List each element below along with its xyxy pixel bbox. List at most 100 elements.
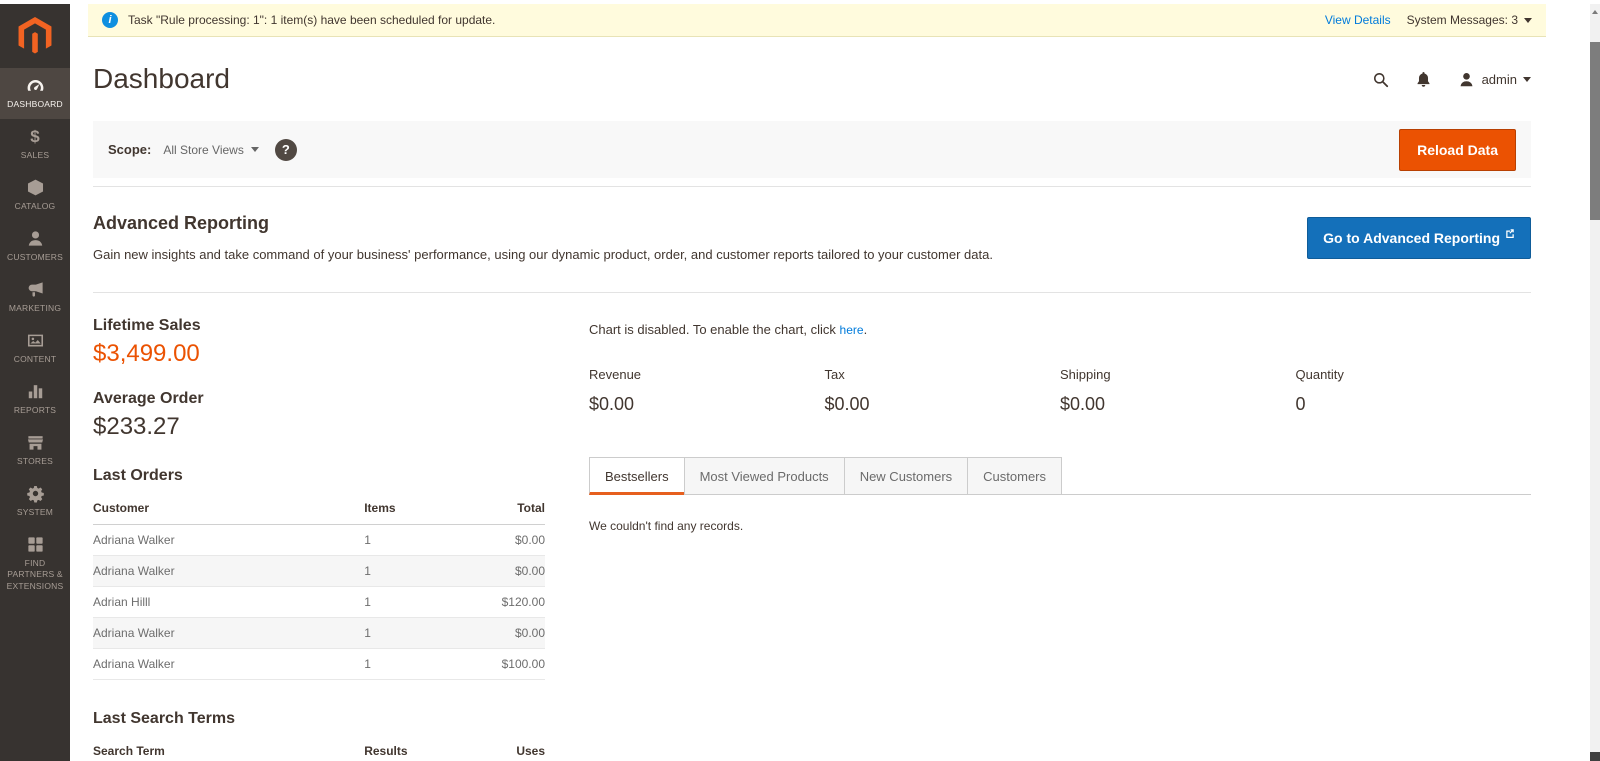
dashboard-right-column: Chart is disabled. To enable the chart, … [589, 317, 1531, 761]
metric-shipping: Shipping $0.00 [1060, 367, 1296, 415]
magento-logo[interactable] [0, 4, 70, 68]
sidebar-item-label: CONTENT [2, 354, 68, 365]
order-customer: Adrian Hilll [93, 587, 364, 618]
tab-customers[interactable]: Customers [967, 457, 1062, 495]
triangle-up-icon [1592, 10, 1598, 14]
sidebar-item-label: SALES [2, 150, 68, 161]
metric-label: Revenue [589, 367, 825, 382]
chart-notice-text: Chart is disabled. To enable the chart, … [589, 322, 836, 337]
average-order-title: Average Order [93, 390, 545, 408]
sidebar-item-sales[interactable]: $ SALES [0, 119, 70, 170]
sidebar-item-marketing[interactable]: MARKETING [0, 272, 70, 323]
sidebar-item-reports[interactable]: REPORTS [0, 374, 70, 425]
page-container: Dashboard admin Scope: [70, 37, 1600, 761]
sidebar-item-content[interactable]: CONTENT [0, 323, 70, 374]
column-header-items: Items [364, 493, 459, 525]
bell-icon[interactable] [1414, 70, 1433, 89]
store-view-switcher[interactable]: All Store Views [163, 143, 258, 157]
go-to-advanced-reporting-button[interactable]: Go to Advanced Reporting [1307, 217, 1531, 259]
order-items: 1 [364, 587, 459, 618]
sidebar-item-label: SYSTEM [2, 507, 68, 518]
advanced-reporting-button-label: Go to Advanced Reporting [1323, 230, 1500, 246]
reload-data-button[interactable]: Reload Data [1399, 129, 1516, 171]
scrollbar-up-button[interactable] [1590, 4, 1600, 20]
tab-bestsellers[interactable]: Bestsellers [589, 457, 685, 495]
metric-value: $0.00 [1060, 394, 1296, 415]
last-orders-table: Customer Items Total Adriana Walker 1 $0… [93, 493, 545, 680]
advanced-reporting-description: Gain new insights and take command of yo… [93, 247, 993, 262]
lifetime-sales-value: $3,499.00 [93, 340, 545, 368]
order-customer: Adriana Walker [93, 556, 364, 587]
system-messages-dropdown[interactable]: System Messages: 3 [1407, 13, 1532, 27]
scope-bar: Scope: All Store Views ? Reload Data [93, 121, 1531, 178]
column-header-search-term: Search Term [93, 736, 364, 761]
store-view-value: All Store Views [163, 143, 243, 157]
last-orders-title: Last Orders [93, 467, 545, 485]
order-total: $0.00 [459, 556, 545, 587]
order-row[interactable]: Adrian Hilll 1 $120.00 [93, 587, 545, 618]
chart-notice-period: . [864, 322, 868, 337]
order-row[interactable]: Adriana Walker 1 $0.00 [93, 525, 545, 556]
sidebar-item-find-partners[interactable]: FIND PARTNERS & EXTENSIONS [0, 527, 70, 600]
megaphone-icon [2, 280, 68, 300]
order-items: 1 [364, 525, 459, 556]
last-search-terms-title: Last Search Terms [93, 710, 545, 728]
column-header-total: Total [459, 493, 545, 525]
sidebar-item-catalog[interactable]: CATALOG [0, 170, 70, 221]
main-area: i Task "Rule processing: 1": 1 item(s) h… [70, 4, 1600, 761]
search-icon[interactable] [1371, 70, 1390, 89]
last-search-terms-table: Search Term Results Uses [93, 736, 545, 761]
enable-chart-link[interactable]: here [840, 323, 864, 337]
dashboard-tabs: Bestsellers Most Viewed Products New Cus… [589, 457, 1531, 495]
magento-logo-icon [18, 17, 52, 55]
order-total: $0.00 [459, 618, 545, 649]
column-header-customer: Customer [93, 493, 364, 525]
person-icon [2, 229, 68, 249]
order-row[interactable]: Adriana Walker 1 $0.00 [93, 556, 545, 587]
box-icon [2, 178, 68, 198]
metric-revenue: Revenue $0.00 [589, 367, 825, 415]
order-total: $100.00 [459, 649, 545, 680]
account-avatar-icon [1457, 70, 1476, 89]
metric-value: $0.00 [825, 394, 1061, 415]
lifetime-sales-title: Lifetime Sales [93, 317, 545, 335]
sidebar-item-dashboard[interactable]: DASHBOARD [0, 68, 70, 119]
tab-new-customers[interactable]: New Customers [844, 457, 968, 495]
sidebar-item-label: DASHBOARD [2, 99, 68, 110]
help-icon[interactable]: ? [275, 139, 297, 161]
tab-empty-message: We couldn't find any records. [589, 495, 1531, 533]
gear-icon [2, 484, 68, 504]
order-total: $120.00 [459, 587, 545, 618]
external-link-icon [1505, 228, 1515, 238]
caret-down-icon [1524, 18, 1532, 23]
order-row[interactable]: Adriana Walker 1 $0.00 [93, 618, 545, 649]
sidebar-item-system[interactable]: SYSTEM [0, 476, 70, 527]
info-icon: i [102, 12, 118, 28]
view-details-link[interactable]: View Details [1325, 13, 1391, 27]
sidebar-item-stores[interactable]: STORES [0, 425, 70, 476]
dashboard-gauge-icon [2, 76, 68, 96]
notification-message: Task "Rule processing: 1": 1 item(s) hav… [128, 13, 495, 27]
dollar-icon: $ [2, 127, 68, 147]
dashboard-left-column: Lifetime Sales $3,499.00 Average Order $… [93, 317, 545, 761]
system-messages-label: System Messages: 3 [1407, 13, 1518, 27]
extensions-grid-icon [2, 535, 68, 555]
metric-value: $0.00 [589, 394, 825, 415]
bar-chart-icon [2, 382, 68, 402]
metric-value: 0 [1296, 394, 1532, 415]
scrollbar-thumb[interactable] [1590, 42, 1600, 220]
order-items: 1 [364, 556, 459, 587]
sidebar: DASHBOARD $ SALES CATALOG CUSTOMERS MARK… [0, 4, 70, 761]
sidebar-item-customers[interactable]: CUSTOMERS [0, 221, 70, 272]
sidebar-item-label: REPORTS [2, 405, 68, 416]
advanced-reporting-title: Advanced Reporting [93, 213, 993, 234]
admin-account-menu[interactable]: admin [1457, 70, 1531, 89]
sidebar-item-label: FIND PARTNERS & EXTENSIONS [2, 558, 68, 591]
system-notification-bar: i Task "Rule processing: 1": 1 item(s) h… [88, 4, 1546, 37]
admin-username: admin [1482, 72, 1517, 87]
order-row[interactable]: Adriana Walker 1 $100.00 [93, 649, 545, 680]
scrollbar-down-button[interactable] [1590, 752, 1600, 761]
scrollbar-track[interactable] [1590, 4, 1600, 761]
tab-most-viewed-products[interactable]: Most Viewed Products [684, 457, 845, 495]
storefront-icon [2, 433, 68, 453]
